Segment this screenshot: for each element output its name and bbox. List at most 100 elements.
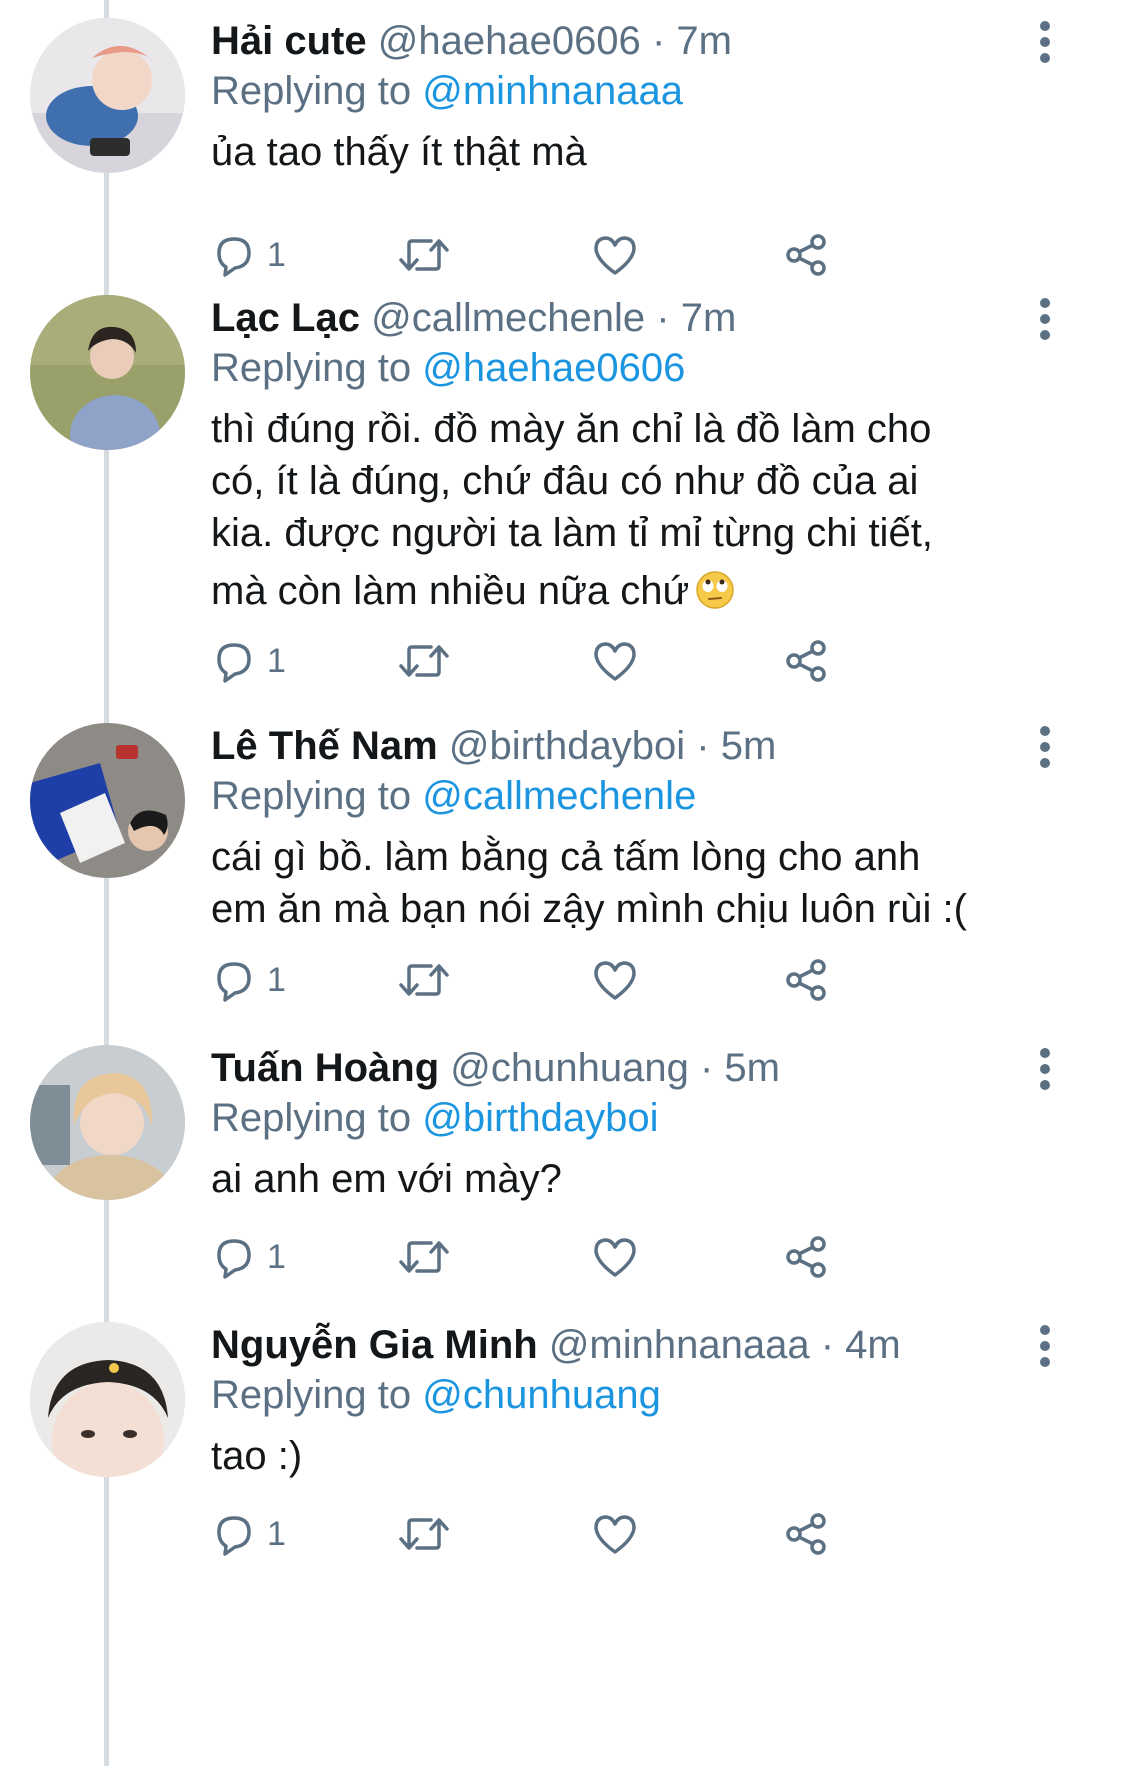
reply-count: 1 — [267, 641, 286, 680]
share-icon — [786, 1236, 826, 1278]
more-options-button[interactable] — [1030, 717, 1060, 777]
like-button[interactable] — [591, 1504, 639, 1564]
like-button[interactable] — [591, 225, 639, 285]
user-handle[interactable]: @minhnanaaa — [549, 1323, 810, 1367]
reply-button[interactable]: 1 — [211, 1504, 286, 1564]
replying-to-label: Replying to — [211, 69, 412, 113]
avatar[interactable] — [30, 295, 185, 450]
avatar[interactable] — [30, 1045, 185, 1200]
tweet[interactable]: Tuấn Hoàng @chunhuang · 5m Replying to @… — [0, 1045, 1125, 1325]
more-options-button[interactable] — [1030, 1316, 1060, 1376]
tweet-text-line: em ăn mà bạn nói zậy mình chịu luôn rùi … — [211, 887, 967, 931]
share-button[interactable] — [783, 1504, 829, 1564]
replying-to-handle[interactable]: @haehae0606 — [422, 346, 685, 390]
display-name[interactable]: Lạc Lạc — [211, 296, 360, 340]
reply-bubble-icon — [217, 643, 251, 683]
tweet-text-line: tao :) — [211, 1434, 303, 1478]
timestamp[interactable]: 5m — [724, 1046, 780, 1090]
avatar[interactable] — [30, 18, 185, 173]
replying-to-handle[interactable]: @minhnanaaa — [422, 69, 683, 113]
replying-to-label: Replying to — [211, 346, 412, 390]
tweet-text: thì đúng rồi. đồ mày ăn chỉ là đồ làm ch… — [211, 403, 1041, 617]
avatar[interactable] — [30, 723, 185, 878]
separator-dot: · — [699, 1046, 714, 1090]
share-icon — [786, 1513, 826, 1555]
more-options-button[interactable] — [1030, 1039, 1060, 1099]
timestamp[interactable]: 4m — [845, 1323, 901, 1367]
like-button[interactable] — [591, 950, 639, 1010]
share-button[interactable] — [783, 225, 829, 285]
tweet-text-line: kia. được người ta làm tỉ mỉ từng chi ti… — [211, 511, 933, 555]
heart-icon — [594, 642, 636, 681]
tweet-text-line: mà còn làm nhiều nữa chứ — [211, 569, 690, 613]
separator-dot: · — [656, 296, 670, 340]
tweet-text-line: thì đúng rồi. đồ mày ăn chỉ là đồ làm ch… — [211, 407, 932, 451]
display-name[interactable]: Tuấn Hoàng — [211, 1046, 439, 1090]
face-with-rolling-eyes-emoji — [695, 570, 735, 610]
like-button[interactable] — [591, 1227, 639, 1287]
more-vertical-icon — [1040, 1048, 1050, 1090]
retweet-button[interactable] — [397, 1227, 451, 1287]
user-handle[interactable]: @haehae0606 — [378, 19, 641, 63]
reply-button[interactable]: 1 — [211, 950, 286, 1010]
more-options-button[interactable] — [1030, 289, 1060, 349]
share-button[interactable] — [783, 950, 829, 1010]
share-button[interactable] — [783, 631, 829, 691]
display-name[interactable]: Hải cute — [211, 19, 367, 63]
reply-bubble-icon — [217, 1516, 251, 1556]
tweet[interactable]: Lê Thế Nam @birthdayboi · 5m Replying to… — [0, 723, 1125, 1043]
separator-dot: · — [820, 1323, 835, 1367]
reply-count: 1 — [267, 235, 286, 274]
reply-count: 1 — [267, 960, 286, 999]
display-name[interactable]: Lê Thế Nam — [211, 724, 438, 768]
separator-dot: · — [696, 724, 710, 768]
reply-bubble-icon — [217, 962, 251, 1002]
avatar[interactable] — [30, 1322, 185, 1477]
retweet-button[interactable] — [397, 631, 451, 691]
retweet-button[interactable] — [397, 950, 451, 1010]
tweet[interactable]: Hải cute @haehae0606 · 7m Replying to @m… — [0, 0, 1125, 300]
user-handle[interactable]: @callmechenle — [371, 296, 645, 340]
replying-to-label: Replying to — [211, 774, 412, 818]
timestamp[interactable]: 7m — [681, 296, 737, 340]
reply-count: 1 — [267, 1237, 286, 1276]
tweet-text-line: cái gì bồ. làm bằng cả tấm lòng cho anh — [211, 835, 921, 879]
heart-icon — [594, 236, 636, 275]
replying-to-label: Replying to — [211, 1096, 412, 1140]
tweet-text-line: ai anh em với mày? — [211, 1157, 562, 1201]
reply-button[interactable]: 1 — [211, 631, 286, 691]
replying-to-handle[interactable]: @birthdayboi — [422, 1096, 658, 1140]
more-vertical-icon — [1040, 298, 1050, 340]
reply-button[interactable]: 1 — [211, 225, 286, 285]
reply-bubble-icon — [217, 1239, 251, 1279]
replying-to-handle[interactable]: @callmechenle — [422, 774, 696, 818]
more-options-button[interactable] — [1030, 12, 1060, 72]
tweet[interactable]: Lạc Lạc @callmechenle · 7m Replying to @… — [0, 295, 1125, 725]
tweet[interactable]: Nguyễn Gia Minh @minhnanaaa · 4m Replyin… — [0, 1322, 1125, 1766]
tweet-text: ủa tao thấy ít thật mà — [211, 126, 1041, 178]
display-name[interactable]: Nguyễn Gia Minh — [211, 1323, 538, 1367]
timestamp[interactable]: 7m — [676, 19, 732, 63]
replying-to-handle[interactable]: @chunhuang — [422, 1373, 661, 1417]
timestamp[interactable]: 5m — [721, 724, 777, 768]
user-handle[interactable]: @chunhuang — [450, 1046, 689, 1090]
tweet-text: tao :) — [211, 1430, 1041, 1482]
tweet-text: cái gì bồ. làm bằng cả tấm lòng cho anh … — [211, 831, 1041, 935]
heart-icon — [594, 1238, 636, 1277]
reply-button[interactable]: 1 — [211, 1227, 286, 1287]
retweet-icon — [399, 645, 449, 677]
more-vertical-icon — [1040, 726, 1050, 768]
user-handle[interactable]: @birthdayboi — [449, 724, 685, 768]
retweet-icon — [399, 239, 449, 271]
tweet-text-line: có, ít là đúng, chứ đâu có như đồ của ai — [211, 459, 919, 503]
share-icon — [786, 234, 826, 276]
retweet-icon — [399, 964, 449, 996]
retweet-button[interactable] — [397, 225, 451, 285]
tweet-text-line: ủa tao thấy ít thật mà — [211, 130, 587, 174]
like-button[interactable] — [591, 631, 639, 691]
share-button[interactable] — [783, 1227, 829, 1287]
tweet-text: ai anh em với mày? — [211, 1153, 1041, 1205]
separator-dot: · — [651, 19, 666, 63]
retweet-button[interactable] — [397, 1504, 451, 1564]
heart-icon — [594, 961, 636, 1000]
